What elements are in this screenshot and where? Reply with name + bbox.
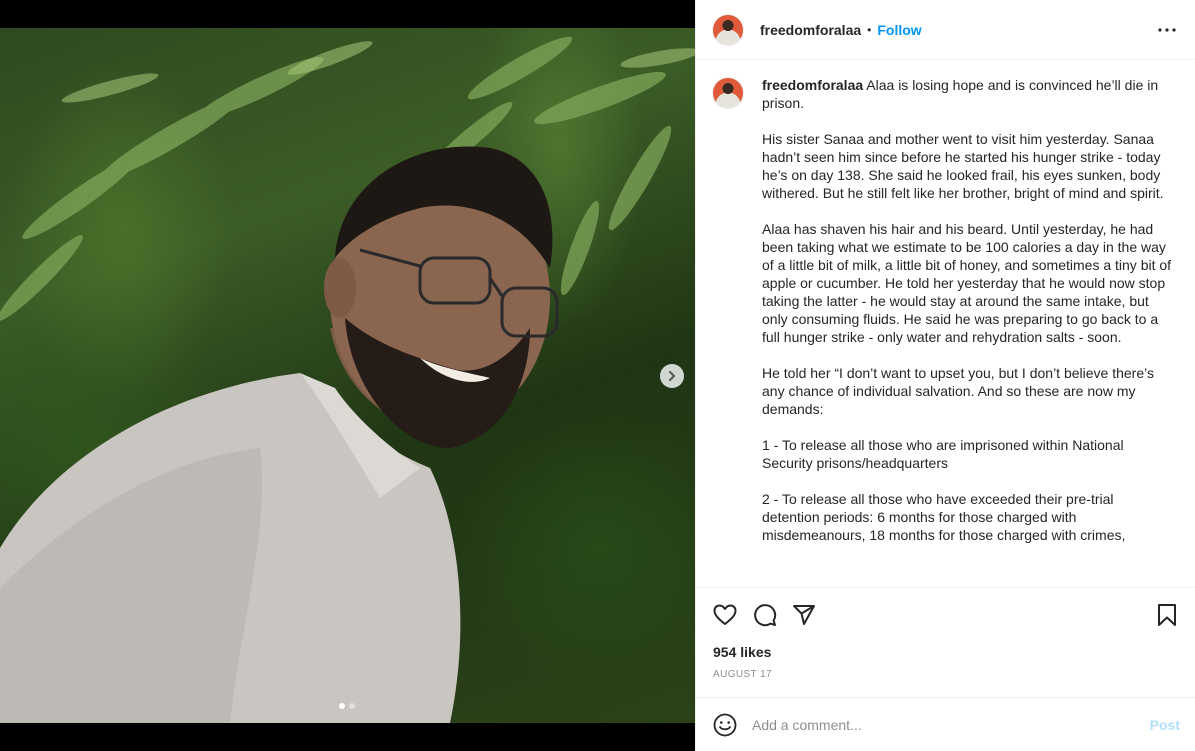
caption-username[interactable]: freedomforalaa	[762, 77, 863, 93]
caption-paragraph-4: 1 - To release all those who are impriso…	[762, 437, 1128, 471]
carousel-dot-active	[339, 703, 345, 709]
chevron-right-icon	[669, 371, 675, 381]
emoji-button[interactable]	[712, 712, 738, 738]
post-date[interactable]: AUGUST 17	[713, 669, 772, 680]
caption-scroll-area[interactable]: freedomforalaa Alaa is losing hope and i…	[696, 60, 1195, 587]
header-username[interactable]: freedomforalaa	[760, 22, 861, 38]
heart-icon	[713, 604, 737, 625]
caption-text: freedomforalaa Alaa is losing hope and i…	[762, 76, 1172, 562]
caption-paragraph-3: He told her “I don’t want to upset you, …	[762, 365, 1158, 417]
like-count[interactable]: 954 likes	[713, 644, 771, 660]
like-button[interactable]	[712, 602, 738, 628]
caption-paragraph-1: His sister Sanaa and mother went to visi…	[762, 131, 1165, 201]
caption-paragraph-2: Alaa has shaven his hair and his beard. …	[762, 221, 1175, 345]
carousel-dot	[349, 703, 355, 709]
emoji-icon	[713, 713, 737, 736]
caption-avatar[interactable]	[712, 77, 744, 109]
comment-icon	[754, 604, 777, 627]
more-options-button[interactable]	[1157, 20, 1177, 40]
follow-button[interactable]: Follow	[877, 22, 921, 38]
caption: freedomforalaa Alaa is losing hope and i…	[712, 76, 1180, 562]
photo-illustration	[0, 36, 695, 723]
more-options-icon	[1158, 28, 1176, 32]
action-icon-row	[712, 602, 1180, 628]
share-button[interactable]	[791, 602, 817, 628]
post-photo[interactable]	[0, 28, 695, 723]
comment-input[interactable]	[752, 716, 1132, 733]
post-comment-button[interactable]: Post	[1150, 717, 1180, 733]
carousel-next-button[interactable]	[660, 364, 684, 388]
post-header: freedomforalaa • Follow	[696, 0, 1195, 60]
avatar[interactable]	[712, 13, 744, 46]
comment-bar: Post	[696, 697, 1195, 751]
header-separator: •	[867, 22, 872, 37]
bookmark-icon	[1158, 604, 1176, 626]
caption-paragraph-5: 2 - To release all those who have exceed…	[762, 491, 1126, 543]
post-media	[0, 0, 695, 751]
share-icon	[793, 605, 815, 625]
save-button[interactable]	[1154, 602, 1180, 628]
post-actions: 954 likes AUGUST 17	[696, 587, 1195, 697]
post-side-panel: freedomforalaa • Follow freedomforalaa A…	[695, 0, 1195, 751]
comment-button[interactable]	[752, 602, 778, 628]
carousel-indicator	[339, 703, 355, 709]
caption-paragraph-0: freedomforalaa Alaa is losing hope and i…	[762, 76, 1172, 112]
